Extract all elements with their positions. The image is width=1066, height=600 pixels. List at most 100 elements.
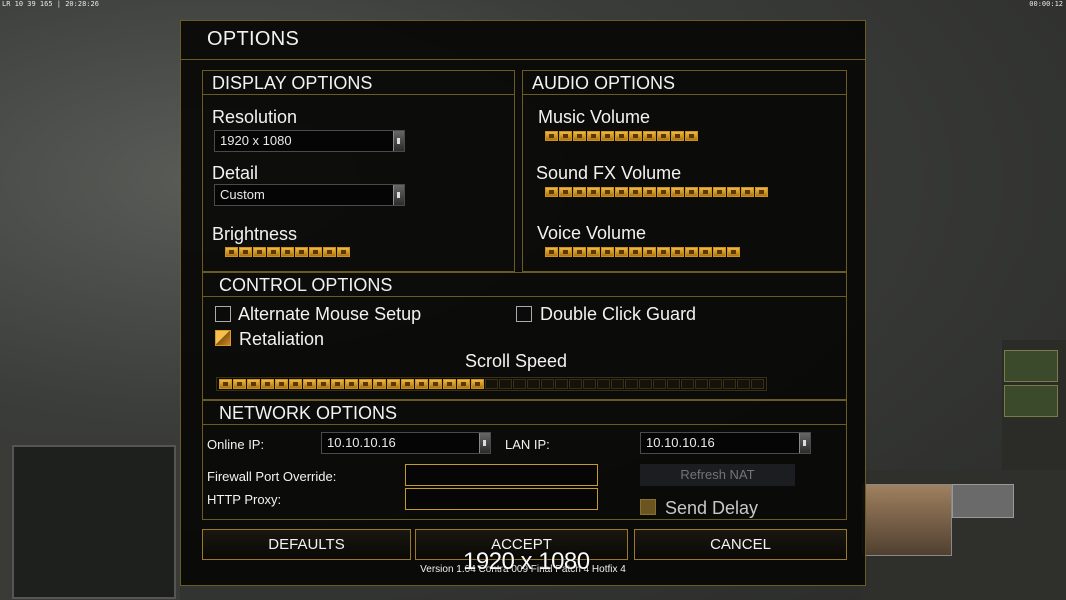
slider-segment[interactable] [225, 247, 238, 257]
slider-segment[interactable] [415, 379, 428, 389]
slider-segment[interactable] [573, 131, 586, 141]
slider-segment[interactable] [751, 379, 764, 389]
defaults-button[interactable]: DEFAULTS [202, 529, 411, 560]
slider-segment[interactable] [545, 131, 558, 141]
slider-segment[interactable] [541, 379, 554, 389]
slider-segment[interactable] [337, 247, 350, 257]
http-proxy-input[interactable] [405, 488, 598, 510]
retaliation-checkbox[interactable] [215, 330, 231, 346]
radar-toggle-button[interactable] [1004, 385, 1058, 417]
slider-segment[interactable] [443, 379, 456, 389]
slider-segment[interactable] [309, 247, 322, 257]
slider-segment[interactable] [615, 187, 628, 197]
send-delay-checkbox[interactable] [640, 499, 656, 515]
slider-segment[interactable] [387, 379, 400, 389]
slider-segment[interactable] [559, 187, 572, 197]
slider-segment[interactable] [587, 131, 600, 141]
slider-segment[interactable] [457, 379, 470, 389]
slider-segment[interactable] [471, 379, 484, 389]
slider-segment[interactable] [499, 379, 512, 389]
slider-segment[interactable] [559, 247, 572, 257]
slider-segment[interactable] [569, 379, 582, 389]
slider-segment[interactable] [573, 247, 586, 257]
slider-segment[interactable] [713, 247, 726, 257]
resolution-dropdown-arrow-icon[interactable] [393, 131, 404, 151]
slider-segment[interactable] [253, 247, 266, 257]
slider-segment[interactable] [667, 379, 680, 389]
slider-segment[interactable] [601, 247, 614, 257]
slider-segment[interactable] [657, 131, 670, 141]
slider-segment[interactable] [671, 247, 684, 257]
slider-segment[interactable] [555, 379, 568, 389]
cancel-button[interactable]: CANCEL [634, 529, 847, 560]
slider-segment[interactable] [587, 247, 600, 257]
detail-dropdown[interactable]: Custom [214, 184, 405, 206]
slider-segment[interactable] [545, 187, 558, 197]
slider-segment[interactable] [597, 379, 610, 389]
slider-segment[interactable] [741, 187, 754, 197]
slider-segment[interactable] [695, 379, 708, 389]
slider-segment[interactable] [685, 187, 698, 197]
slider-segment[interactable] [573, 187, 586, 197]
slider-segment[interactable] [611, 379, 624, 389]
slider-segment[interactable] [545, 247, 558, 257]
slider-segment[interactable] [267, 247, 280, 257]
slider-segment[interactable] [485, 379, 498, 389]
slider-segment[interactable] [559, 131, 572, 141]
slider-segment[interactable] [737, 379, 750, 389]
slider-segment[interactable] [587, 187, 600, 197]
resolution-dropdown[interactable]: 1920 x 1080 [214, 130, 405, 152]
slider-segment[interactable] [699, 247, 712, 257]
slider-segment[interactable] [709, 379, 722, 389]
slider-segment[interactable] [601, 131, 614, 141]
slider-segment[interactable] [331, 379, 344, 389]
online-ip-dropdown[interactable]: 10.10.10.16 [321, 432, 491, 454]
slider-segment[interactable] [261, 379, 274, 389]
slider-segment[interactable] [629, 247, 642, 257]
lan-ip-arrow-icon[interactable] [799, 433, 810, 453]
slider-segment[interactable] [671, 131, 684, 141]
slider-segment[interactable] [289, 379, 302, 389]
slider-segment[interactable] [723, 379, 736, 389]
scroll-speed-slider[interactable] [216, 377, 767, 391]
slider-segment[interactable] [681, 379, 694, 389]
slider-segment[interactable] [601, 187, 614, 197]
slider-segment[interactable] [657, 187, 670, 197]
slider-segment[interactable] [629, 187, 642, 197]
slider-segment[interactable] [317, 379, 330, 389]
slider-segment[interactable] [699, 187, 712, 197]
slider-segment[interactable] [727, 247, 740, 257]
slider-segment[interactable] [275, 379, 288, 389]
lan-ip-dropdown[interactable]: 10.10.10.16 [640, 432, 811, 454]
alternate-mouse-checkbox[interactable] [215, 306, 231, 322]
slider-segment[interactable] [323, 247, 336, 257]
brightness-slider[interactable] [225, 247, 350, 257]
slider-segment[interactable] [657, 247, 670, 257]
slider-segment[interactable] [295, 247, 308, 257]
slider-segment[interactable] [685, 131, 698, 141]
slider-segment[interactable] [583, 379, 596, 389]
slider-segment[interactable] [373, 379, 386, 389]
slider-segment[interactable] [615, 131, 628, 141]
voice-volume-slider[interactable] [545, 247, 740, 257]
slider-segment[interactable] [247, 379, 260, 389]
slider-segment[interactable] [615, 247, 628, 257]
slider-segment[interactable] [303, 379, 316, 389]
slider-segment[interactable] [429, 379, 442, 389]
slider-segment[interactable] [239, 247, 252, 257]
slider-segment[interactable] [643, 131, 656, 141]
slider-segment[interactable] [281, 247, 294, 257]
sound-fx-volume-slider[interactable] [545, 187, 768, 197]
slider-segment[interactable] [755, 187, 768, 197]
detail-dropdown-arrow-icon[interactable] [393, 185, 404, 205]
online-ip-arrow-icon[interactable] [479, 433, 490, 453]
slider-segment[interactable] [359, 379, 372, 389]
slider-segment[interactable] [629, 131, 642, 141]
slider-segment[interactable] [345, 379, 358, 389]
slider-segment[interactable] [685, 247, 698, 257]
slider-segment[interactable] [527, 379, 540, 389]
slider-segment[interactable] [625, 379, 638, 389]
slider-segment[interactable] [671, 187, 684, 197]
slider-segment[interactable] [643, 187, 656, 197]
slider-segment[interactable] [219, 379, 232, 389]
